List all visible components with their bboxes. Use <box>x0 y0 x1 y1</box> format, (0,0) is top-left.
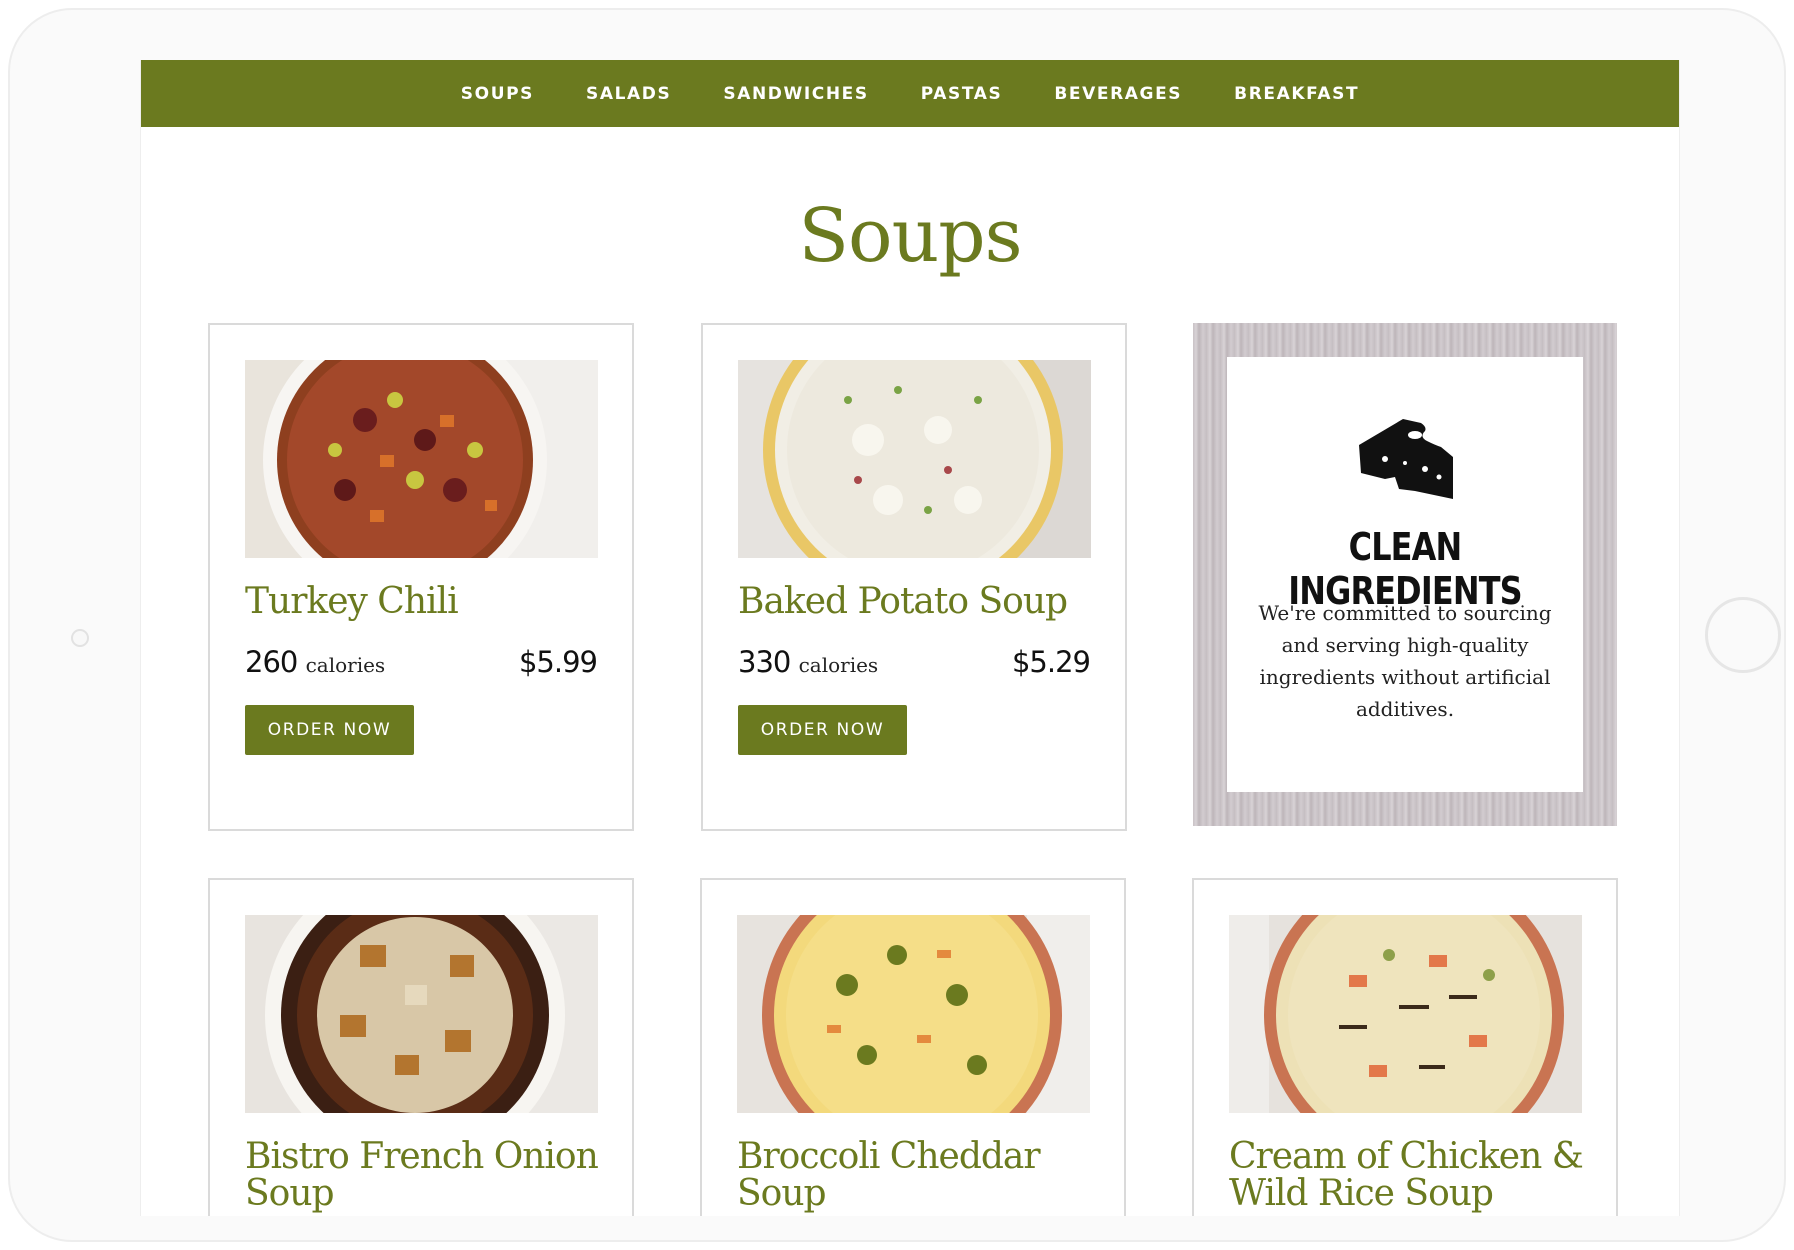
nav-salads[interactable]: SALADS <box>586 84 671 104</box>
calories: 330 calories <box>738 645 878 679</box>
nav-sandwiches[interactable]: SANDWICHES <box>723 84 868 104</box>
price: $5.99 <box>518 645 598 679</box>
promo-panel: CLEAN INGREDIENTS We're committed to sou… <box>1227 357 1583 792</box>
nav-beverages[interactable]: BEVERAGES <box>1054 84 1182 104</box>
tablet-frame: SOUPS SALADS SANDWICHES PASTAS BEVERAGES… <box>8 8 1786 1242</box>
calories-unit: calories <box>798 653 879 677</box>
screen: SOUPS SALADS SANDWICHES PASTAS BEVERAGES… <box>140 60 1680 1216</box>
menu-card-broccoli-cheddar-soup: Broccoli Cheddar Soup <box>700 878 1126 1216</box>
chicken-wild-rice-soup-photo[interactable] <box>1229 915 1582 1113</box>
card-title: Broccoli Cheddar Soup <box>737 1136 1041 1214</box>
calories-unit: calories <box>305 653 386 677</box>
page-title: Soups <box>798 193 1022 279</box>
calories: 260 calories <box>245 645 385 679</box>
card-title: Turkey Chili <box>245 581 459 622</box>
calories-value: 260 <box>245 645 298 679</box>
menu-card-french-onion-soup: Bistro French Onion Soup <box>208 878 634 1216</box>
price: $5.29 <box>1011 645 1091 679</box>
card-title: Bistro French Onion Soup <box>245 1136 599 1214</box>
menu-card-turkey-chili: Turkey Chili 260 calories $5.99 ORDER NO… <box>208 323 634 831</box>
menu-card-chicken-wild-rice-soup: Cream of Chicken & Wild Rice Soup <box>1192 878 1618 1216</box>
calories-value: 330 <box>738 645 791 679</box>
order-now-button[interactable]: ORDER NOW <box>245 705 414 755</box>
nav-breakfast[interactable]: BREAKFAST <box>1234 84 1359 104</box>
nav-pastas[interactable]: PASTAS <box>921 84 1003 104</box>
camera <box>71 629 89 647</box>
menu-card-baked-potato-soup: Baked Potato Soup 330 calories $5.29 ORD… <box>701 323 1127 831</box>
card-title: Baked Potato Soup <box>738 581 1068 622</box>
order-now-button[interactable]: ORDER NOW <box>738 705 907 755</box>
clean-ingredients-promo: CLEAN INGREDIENTS We're committed to sou… <box>1193 323 1617 826</box>
french-onion-soup-photo[interactable] <box>245 915 598 1113</box>
cheese-icon <box>1359 419 1453 499</box>
broccoli-cheddar-soup-photo[interactable] <box>737 915 1090 1113</box>
turkey-chili-photo[interactable] <box>245 360 598 558</box>
main-nav: SOUPS SALADS SANDWICHES PASTAS BEVERAGES… <box>141 60 1679 127</box>
promo-text: We're committed to sourcing and serving … <box>1258 601 1552 721</box>
card-title: Cream of Chicken & Wild Rice Soup <box>1229 1136 1584 1214</box>
home-button[interactable] <box>1705 597 1781 673</box>
baked-potato-soup-photo[interactable] <box>738 360 1091 558</box>
nav-soups[interactable]: SOUPS <box>461 84 534 104</box>
